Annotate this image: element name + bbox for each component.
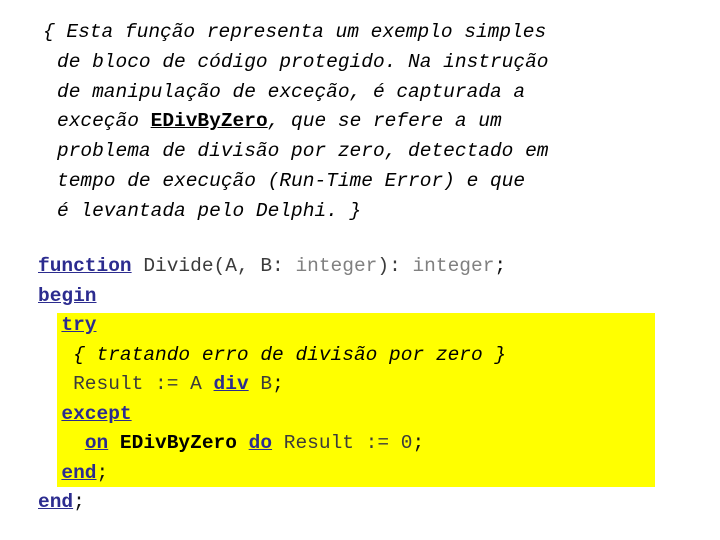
comment-text: exceção [57,110,151,133]
code-punctuation: ; [412,432,425,454]
code-line: { tratando erro de divisão por zero } [38,341,698,371]
comment-line: problema de divisão por zero, detectado … [43,137,683,167]
code-line: Result := A div B; [38,370,698,400]
code-keyword: begin [38,284,97,307]
comment-line: de bloco de código protegido. Na instruç… [43,48,683,78]
code-keyword: do [248,432,273,454]
slide-canvas: { Esta função representa um exemplo simp… [0,0,720,540]
comment-line: exceção EDivByZero, que se refere a um [43,107,683,137]
code-keyword: function [38,255,132,277]
code-text: B [248,373,273,395]
code-keyword: on [84,432,109,454]
description-comment-block: { Esta função representa um exemplo simp… [43,18,683,227]
code-punctuation: ; [494,255,507,277]
code-keyword: end [61,461,97,484]
exception-name-emphasis: EDivByZero [150,110,268,133]
code-type: integer [295,255,378,277]
comment-line: é levantada pelo Delphi. } [43,197,683,227]
code-text: Divide(A, B: [131,255,296,277]
code-line: end; [38,488,698,518]
comment-text: de bloco de código protegido. Na instruç… [57,50,549,73]
code-punctuation: ; [272,373,284,395]
code-line: function Divide(A, B: integer): integer; [38,252,698,282]
comment-text: { Esta função representa um exemplo simp… [43,21,547,43]
code-text: ): [377,255,413,277]
code-punctuation: ; [96,461,109,484]
comment-line: tempo de execução (Run-Time Error) e que [43,167,683,197]
comment-text: , que se refere a um [267,110,502,133]
comment-line: de manipulação de exceção, é capturada a [43,78,683,108]
comment-text: é levantada pelo Delphi. } [57,199,362,222]
code-keyword: try [61,314,97,336]
comment-line: { Esta função representa um exemplo simp… [43,18,683,48]
code-line: try [38,311,698,341]
comment-text: tempo de execução (Run-Time Error) e que [57,169,526,192]
code-text: Result := 0 [272,432,413,454]
code-listing: function Divide(A, B: integer): integer;… [38,252,698,518]
code-line: begin [38,282,698,312]
code-text: Result := A [73,373,214,395]
code-line: end; [38,459,698,489]
code-line: except [38,400,698,430]
code-line: on EDivByZero do Result := 0; [38,429,698,459]
code-keyword: except [61,402,132,425]
code-keyword: div [213,373,249,395]
code-type: integer [412,255,495,277]
code-punctuation: ; [73,491,85,513]
code-keyword: end [38,491,74,513]
code-comment: { tratando erro de divisão por zero } [73,343,507,366]
comment-text: problema de divisão por zero, detectado … [57,140,549,163]
comment-text: de manipulação de exceção, é capturada a [57,80,526,103]
code-identifier: EDivByZero [119,432,237,454]
